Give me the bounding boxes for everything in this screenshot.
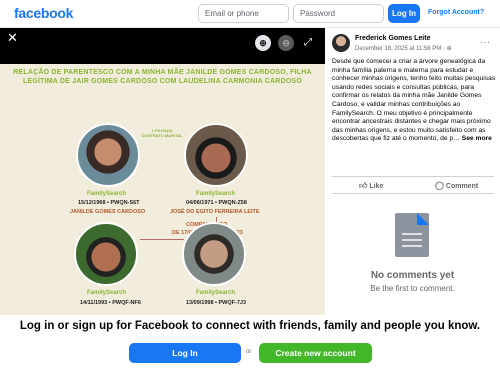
or-label: or — [246, 349, 252, 355]
login-banner: Log in or sign up for Facebook to connec… — [0, 315, 500, 375]
contract-label: 1 FILHO(S) CONTRATO MARITAL — [141, 128, 183, 138]
post-author[interactable]: Frederick Gomes Leite — [355, 35, 430, 42]
document-icon — [395, 213, 429, 257]
family-tree-image: RELAÇÃO DE PARENTESCO COM A MINHA MÃE JA… — [0, 64, 325, 315]
person-4-info: 13/09/1998 • PWQF-7J3 — [186, 300, 247, 306]
post-date[interactable]: December 18, 2025 at 11:58 PM · ⊕ — [355, 45, 452, 52]
portrait-son-1 — [74, 222, 138, 286]
photo-title: RELAÇÃO DE PARENTESCO COM A MINHA MÃE JA… — [13, 69, 312, 85]
document-line — [402, 239, 422, 241]
create-account-button[interactable]: Create new account — [259, 343, 372, 363]
person-2-info: 04/06/1971 • PWQN-Z58 — [186, 200, 247, 206]
facebook-logo[interactable]: facebook — [14, 5, 73, 21]
zoom-in-icon[interactable]: ⊕ — [255, 35, 271, 51]
person-1-name: JANILDE GOMES CARDOSO — [70, 209, 146, 215]
comment-bubble-icon: ◯ — [435, 181, 444, 190]
connector-line — [140, 239, 184, 240]
document-line — [402, 233, 422, 235]
forgot-account-link[interactable]: Forgot Account? — [428, 9, 484, 16]
password-field[interactable]: Password — [293, 4, 384, 23]
person-1-info: 15/12/1968 • PWQN-S6T — [78, 200, 140, 206]
post-date-text[interactable]: December 18, 2025 at 11:58 PM · — [355, 46, 447, 52]
familysearch-logo: FamilySearch — [196, 191, 236, 197]
zoom-out-icon[interactable]: ⊖ — [278, 35, 294, 51]
person-2-name: JOSÉ DO EGITO FERREIRA LEITE — [170, 209, 260, 215]
post-side-panel: Frederick Gomes Leite December 18, 2025 … — [325, 28, 500, 315]
caption-text: Desde que comecei a criar a árvore genea… — [332, 58, 496, 143]
avatar[interactable] — [332, 34, 350, 52]
person-3-info: 14/11/1993 • PWQF-NF6 — [80, 300, 141, 306]
thumbs-up-icon: 👍︎ — [359, 181, 368, 190]
like-label: Like — [369, 183, 384, 190]
no-comments-title: No comments yet — [370, 270, 455, 281]
header-login-button[interactable]: Log In — [388, 4, 420, 23]
comment-label: Comment — [445, 183, 479, 190]
portrait-jose — [184, 123, 248, 187]
close-icon[interactable]: ✕ — [7, 31, 18, 45]
post-actions: 👍︎ Like ◯ Comment — [332, 176, 494, 194]
banner-text: Log in or sign up for Facebook to connec… — [19, 320, 481, 332]
document-fold — [417, 213, 429, 225]
comment-button[interactable]: ◯ Comment — [435, 181, 478, 190]
fullscreen-icon[interactable]: ⤢ — [304, 37, 312, 48]
email-field[interactable]: Email or phone — [198, 4, 289, 23]
document-line — [402, 245, 422, 247]
familysearch-logo: FamilySearch — [87, 290, 127, 296]
portrait-son-2 — [182, 222, 246, 286]
like-button[interactable]: 👍︎ Like — [359, 181, 383, 191]
see-more-link[interactable]: See more — [462, 135, 492, 142]
more-options-icon[interactable]: ··· — [480, 37, 491, 47]
globe-icon: ⊕ — [446, 46, 452, 52]
familysearch-logo: FamilySearch — [87, 191, 127, 197]
familysearch-logo: FamilySearch — [196, 290, 236, 296]
top-bar: facebook Email or phone Password Log In … — [0, 0, 500, 28]
be-first-text: Be the first to comment. — [370, 284, 455, 293]
post-caption: Desde que comecei a criar a árvore genea… — [332, 58, 496, 144]
login-button[interactable]: Log In — [129, 343, 241, 363]
portrait-janilde — [76, 123, 140, 187]
